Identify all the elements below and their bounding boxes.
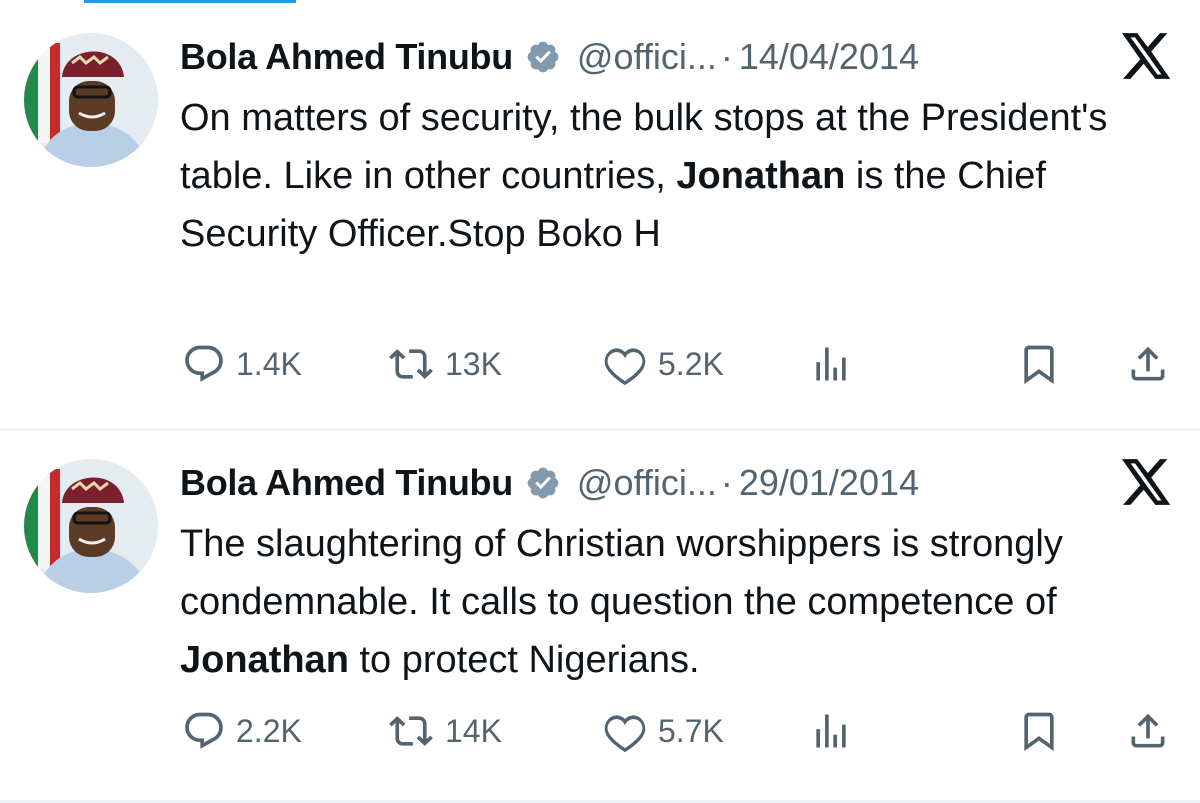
avatar[interactable]: [24, 459, 158, 593]
reply-count: 1.4K: [236, 345, 302, 382]
verified-badge-icon: [527, 467, 559, 499]
verified-badge-icon: [527, 41, 559, 73]
retweet-icon: [389, 716, 433, 746]
retweet-button[interactable]: 14K: [387, 706, 502, 756]
like-icon: [604, 715, 646, 753]
tweet-header: Bola Ahmed Tinubu @offici... · 29/01/201…: [180, 458, 919, 508]
reply-count: 2.2K: [236, 712, 302, 749]
retweet-button[interactable]: 13K: [387, 339, 502, 389]
tweet-text: On matters of security, the bulk stops a…: [180, 89, 1170, 263]
x-logo-icon: [1122, 33, 1171, 79]
mention-bold: Jonathan: [180, 639, 349, 681]
reply-icon: [185, 712, 223, 749]
tweet-text-part: The slaughtering of Christian worshipper…: [180, 523, 1063, 623]
like-button[interactable]: 5.2K: [602, 339, 724, 389]
like-button[interactable]: 5.7K: [602, 706, 724, 756]
share-button[interactable]: [1126, 339, 1170, 389]
x-logo-icon: [1122, 459, 1171, 505]
like-count: 5.2K: [658, 345, 724, 382]
tweet-card[interactable]: Bola Ahmed Tinubu @offici... · 29/01/201…: [0, 431, 1200, 803]
share-icon: [1131, 346, 1165, 381]
tweet-card[interactable]: Bola Ahmed Tinubu @offici... · 14/04/201…: [0, 0, 1200, 428]
tweet-text: The slaughtering of Christian worshipper…: [180, 515, 1170, 689]
separator-dot: ·: [720, 36, 733, 77]
separator-dot: ·: [720, 462, 733, 503]
views-button[interactable]: [809, 339, 853, 389]
author-name[interactable]: Bola Ahmed Tinubu: [180, 462, 513, 504]
views-icon: [816, 714, 846, 748]
retweet-icon: [389, 349, 433, 379]
like-icon: [604, 348, 646, 386]
retweet-count: 14K: [445, 712, 502, 749]
views-icon: [816, 347, 846, 381]
share-icon: [1131, 713, 1165, 748]
author-handle[interactable]: @offici...: [577, 462, 717, 504]
like-count: 5.7K: [658, 712, 724, 749]
reply-button[interactable]: 1.4K: [182, 339, 302, 389]
action-bar: 1.4K 13K 5.2K: [0, 339, 1200, 389]
retweet-count: 13K: [445, 345, 502, 382]
views-button[interactable]: [809, 706, 853, 756]
tweet-date[interactable]: 14/04/2014: [739, 36, 919, 78]
mention-bold: Jonathan: [676, 155, 846, 197]
bookmark-icon: [1024, 712, 1054, 752]
bookmark-button[interactable]: [1017, 339, 1061, 389]
action-bar: 2.2K 14K 5.7K: [0, 706, 1200, 756]
author-name[interactable]: Bola Ahmed Tinubu: [180, 36, 513, 78]
share-button[interactable]: [1126, 706, 1170, 756]
tweet-header: Bola Ahmed Tinubu @offici... · 14/04/201…: [180, 32, 919, 82]
author-handle[interactable]: @offici...: [577, 36, 717, 78]
tweet-date[interactable]: 29/01/2014: [739, 462, 919, 504]
reply-button[interactable]: 2.2K: [182, 706, 302, 756]
reply-icon: [185, 345, 223, 382]
bookmark-button[interactable]: [1017, 706, 1061, 756]
tweet-text-part: to protect Nigerians.: [348, 639, 700, 681]
avatar[interactable]: [24, 33, 158, 167]
bookmark-icon: [1024, 345, 1054, 385]
